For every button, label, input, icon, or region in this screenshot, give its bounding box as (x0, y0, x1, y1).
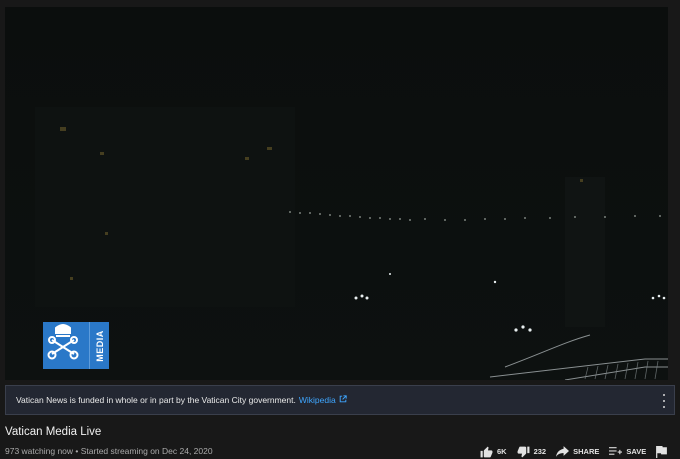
funding-notice: Vatican News is funded in whole or in pa… (16, 395, 296, 405)
like-count: 6K (497, 447, 507, 456)
more-vertical-icon[interactable] (661, 394, 667, 408)
video-title: Vatican Media Live (5, 426, 102, 438)
logo-wordmark: MEDIA (89, 322, 109, 369)
vatican-media-logo: MEDIA (43, 322, 109, 369)
share-arrow-icon (556, 446, 570, 457)
flag-icon (656, 445, 668, 458)
watch-page: MEDIA Vatican News is funded in whole or… (0, 0, 680, 459)
report-button[interactable] (656, 445, 671, 458)
like-button[interactable]: 6K (480, 446, 507, 458)
add-to-playlist-icon (609, 447, 623, 455)
video-player[interactable]: MEDIA (5, 7, 668, 380)
share-button[interactable]: SHARE (556, 446, 599, 457)
thumbs-down-icon (517, 446, 530, 457)
dislike-button[interactable]: 232 (517, 446, 547, 458)
action-bar: 6K 232 SHARE SAVE (480, 444, 671, 459)
save-label: SAVE (626, 447, 647, 456)
logo-wordmark-text: MEDIA (94, 329, 105, 362)
external-link-icon (339, 395, 347, 405)
wikipedia-link[interactable]: Wikipedia (299, 395, 347, 405)
video-meta: 973 watching now • Started streaming on … (5, 446, 213, 456)
share-label: SHARE (573, 447, 600, 456)
wikipedia-link-label: Wikipedia (298, 395, 336, 405)
papal-keys-icon (43, 322, 89, 369)
save-button[interactable]: SAVE (609, 446, 646, 457)
information-panel: Vatican News is funded in whole or in pa… (5, 385, 675, 415)
thumbs-up-icon (480, 446, 493, 457)
dislike-count: 232 (533, 447, 547, 456)
